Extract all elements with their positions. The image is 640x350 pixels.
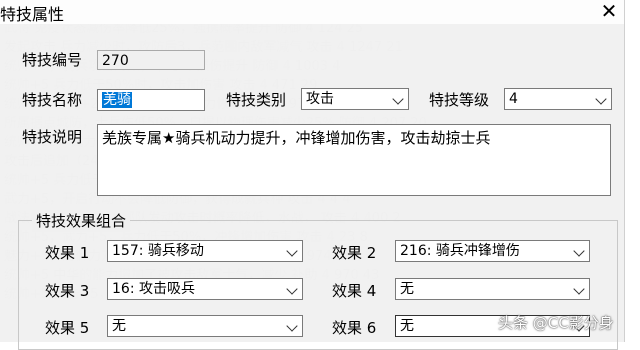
skill-level-label: 特技等级 xyxy=(429,91,490,109)
skill-name-label: 特技名称 xyxy=(22,91,83,109)
effect-1-value: 157: 骑兵移动 xyxy=(112,243,204,259)
effect-5-value: 无 xyxy=(112,318,126,334)
effect-1-label: 效果 1 xyxy=(45,244,90,262)
effect-5-select[interactable]: 无 xyxy=(107,315,303,337)
effect-6-label: 效果 6 xyxy=(332,319,377,337)
skill-type-select[interactable]: 攻击 xyxy=(301,88,409,110)
window-title: 特技属性 xyxy=(0,5,65,24)
skill-properties-dialog: 特技属性 ✕ 特技编号 270 特技名称 羌骑 特技类别 攻击 特技等级 4 特… xyxy=(0,0,625,350)
effect-4-label: 效果 4 xyxy=(332,282,377,300)
watermark: 头条 @CC影分身 xyxy=(498,314,614,332)
chevron-down-icon xyxy=(286,245,298,257)
skill-desc-value: 羌族专属★骑兵机动力提升，冲锋增加伤害，攻击劫掠士兵 xyxy=(102,129,491,147)
skill-id-value: 270 xyxy=(102,53,129,69)
title-bar: 特技属性 xyxy=(0,0,624,24)
skill-desc-textarea[interactable]: 羌族专属★骑兵机动力提升，冲锋增加伤害，攻击劫掠士兵 xyxy=(97,124,611,196)
skill-id-label: 特技编号 xyxy=(22,51,83,69)
chevron-down-icon xyxy=(286,283,298,295)
close-button[interactable]: ✕ xyxy=(594,0,624,24)
chevron-down-icon xyxy=(573,283,585,295)
skill-type-value: 攻击 xyxy=(306,91,334,107)
skill-desc-label: 特技说明 xyxy=(22,128,83,146)
chevron-down-icon xyxy=(573,245,585,257)
skill-id-field[interactable]: 270 xyxy=(97,50,205,70)
effect-3-select[interactable]: 16: 攻击吸兵 xyxy=(107,278,303,300)
effect-4-select[interactable]: 无 xyxy=(395,278,590,300)
chevron-down-icon xyxy=(595,93,607,105)
effect-4-value: 无 xyxy=(400,281,414,297)
skill-name-input[interactable]: 羌骑 xyxy=(97,89,205,111)
skill-type-label: 特技类别 xyxy=(226,91,287,109)
skill-level-value: 4 xyxy=(509,91,518,107)
effect-2-label: 效果 2 xyxy=(332,244,377,262)
chevron-down-icon xyxy=(286,320,298,332)
effect-1-select[interactable]: 157: 骑兵移动 xyxy=(107,240,303,262)
skill-level-select[interactable]: 4 xyxy=(504,88,612,110)
effect-5-label: 效果 5 xyxy=(45,319,90,337)
effect-2-value: 216: 骑兵冲锋增伤 xyxy=(400,243,520,259)
effects-group-title: 特技效果组合 xyxy=(32,210,131,232)
effect-2-select[interactable]: 216: 骑兵冲锋增伤 xyxy=(395,240,590,262)
effect-6-value: 无 xyxy=(400,318,414,334)
effect-3-value: 16: 攻击吸兵 xyxy=(112,281,195,297)
skill-name-value: 羌骑 xyxy=(102,92,132,108)
chevron-down-icon xyxy=(392,93,404,105)
effect-3-label: 效果 3 xyxy=(45,282,90,300)
